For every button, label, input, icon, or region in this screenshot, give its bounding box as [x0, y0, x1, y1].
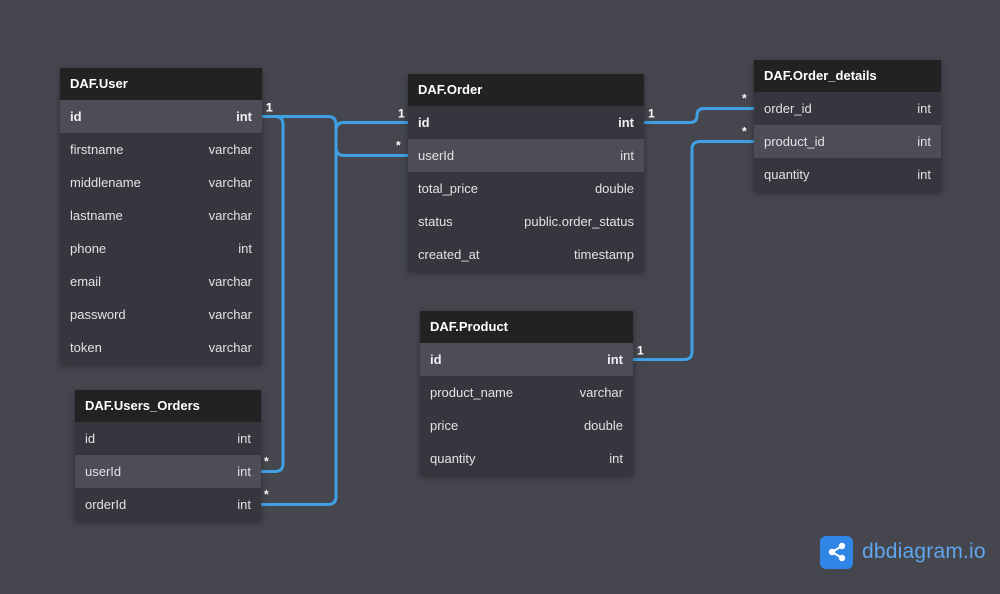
field-type: varchar [579, 385, 623, 400]
table-daf-order-details[interactable]: DAF.Order_details order_id int product_id in… [754, 60, 941, 191]
diagram-canvas[interactable]: 1 * 1 * 1 * 1 * 1 * DAF.User id int firstname varchar… [0, 0, 1000, 594]
field-name: order_id [764, 101, 812, 116]
field-name: middlename [70, 175, 141, 190]
share-nodes-icon [820, 535, 853, 569]
field-row-status[interactable]: status public.order_status [408, 205, 644, 238]
field-type: public.order_status [524, 214, 634, 229]
relationship-line[interactable] [261, 115, 285, 473]
cardinality-one-label: 1 [398, 107, 405, 121]
field-name: product_id [764, 134, 825, 149]
field-row-id[interactable]: id int [408, 106, 644, 139]
field-name: token [70, 340, 102, 355]
field-type: varchar [208, 274, 252, 289]
relationship-line[interactable] [633, 140, 754, 361]
cardinality-many-label: * [264, 488, 269, 502]
cardinality-many-label: * [396, 139, 401, 153]
field-type: int [618, 115, 634, 130]
brand-watermark[interactable]: dbdiagram.io [820, 535, 986, 569]
field-name: id [85, 431, 96, 446]
field-type: int [237, 431, 251, 446]
field-type: int [238, 241, 252, 256]
field-name: price [430, 418, 459, 433]
field-name: product_name [430, 385, 514, 400]
field-name: created_at [418, 247, 480, 262]
cardinality-many-label: * [264, 455, 269, 469]
field-row-lastname[interactable]: lastname varchar [60, 199, 262, 232]
field-type: timestamp [574, 247, 634, 262]
table-daf-user[interactable]: DAF.User id int firstname varchar middlename v… [60, 68, 262, 364]
field-name: quantity [430, 451, 476, 466]
table-header[interactable]: DAF.Users_Orders [75, 390, 261, 422]
table-header[interactable]: DAF.Order_details [754, 60, 941, 92]
field-row-quantity[interactable]: quantity int [754, 158, 941, 191]
field-type: int [237, 497, 251, 512]
field-name: email [70, 274, 102, 289]
field-row-middlename[interactable]: middlename varchar [60, 166, 262, 199]
field-type: varchar [208, 208, 252, 223]
relationship-line[interactable] [644, 107, 754, 124]
field-type: varchar [208, 175, 252, 190]
field-type: double [583, 418, 623, 433]
field-row-product-id[interactable]: product_id int [754, 125, 941, 158]
field-type: int [917, 134, 931, 149]
field-type: int [620, 148, 634, 163]
cardinality-many-label: * [742, 92, 747, 106]
field-type: varchar [208, 307, 252, 322]
field-type: int [236, 109, 252, 124]
field-name: password [70, 307, 126, 322]
cardinality-one-label: 1 [637, 344, 644, 358]
field-name: lastname [70, 208, 123, 223]
field-name: phone [70, 241, 107, 256]
field-row-email[interactable]: email varchar [60, 265, 262, 298]
brand-name: dbdiagram.io [862, 540, 986, 563]
field-row-id[interactable]: id int [60, 100, 262, 133]
field-row-id[interactable]: id int [75, 422, 261, 455]
cardinality-one-label: 1 [266, 101, 273, 115]
field-row-order-id[interactable]: order_id int [754, 92, 941, 125]
field-row-product-name[interactable]: product_name varchar [420, 376, 633, 409]
field-name: id [418, 115, 430, 130]
table-header[interactable]: DAF.User [60, 68, 262, 100]
field-row-orderid[interactable]: orderId int [75, 488, 261, 521]
field-row-phone[interactable]: phone int [60, 232, 262, 265]
table-daf-users-orders[interactable]: DAF.Users_Ordersid int userId int orderId int [75, 390, 261, 521]
field-type: varchar [208, 340, 252, 355]
table-daf-product[interactable]: DAF.Product id int product_name varchar price… [420, 311, 633, 475]
field-name: firstname [70, 142, 124, 157]
field-name: id [70, 109, 82, 124]
cardinality-one-label: 1 [648, 107, 655, 121]
field-row-userid[interactable]: userId int [408, 139, 644, 172]
field-row-token[interactable]: token varchar [60, 331, 262, 364]
table-daf-order[interactable]: DAF.Order id int userId int total_price double… [408, 74, 644, 271]
field-type: int [609, 451, 623, 466]
cardinality-many-label: * [742, 125, 747, 139]
table-header[interactable]: DAF.Product [420, 311, 633, 343]
field-name: userId [418, 148, 455, 163]
field-row-id[interactable]: id int [420, 343, 633, 376]
field-row-total-price[interactable]: total_price double [408, 172, 644, 205]
field-name: quantity [764, 167, 810, 182]
table-header[interactable]: DAF.Order [408, 74, 644, 106]
field-type: varchar [208, 142, 252, 157]
field-name: total_price [418, 181, 478, 196]
field-row-price[interactable]: price double [420, 409, 633, 442]
field-type: int [607, 352, 623, 367]
field-row-quantity[interactable]: quantity int [420, 442, 633, 475]
field-name: id [430, 352, 442, 367]
field-type: double [594, 181, 634, 196]
field-name: userId [85, 464, 122, 479]
field-row-created-at[interactable]: created_at timestamp [408, 238, 644, 271]
field-type: int [917, 101, 931, 116]
field-name: orderId [85, 497, 127, 512]
field-row-password[interactable]: password varchar [60, 298, 262, 331]
field-type: int [917, 167, 931, 182]
field-name: status [418, 214, 453, 229]
field-row-userid[interactable]: userId int [75, 455, 261, 488]
field-type: int [237, 464, 251, 479]
field-row-firstname[interactable]: firstname varchar [60, 133, 262, 166]
